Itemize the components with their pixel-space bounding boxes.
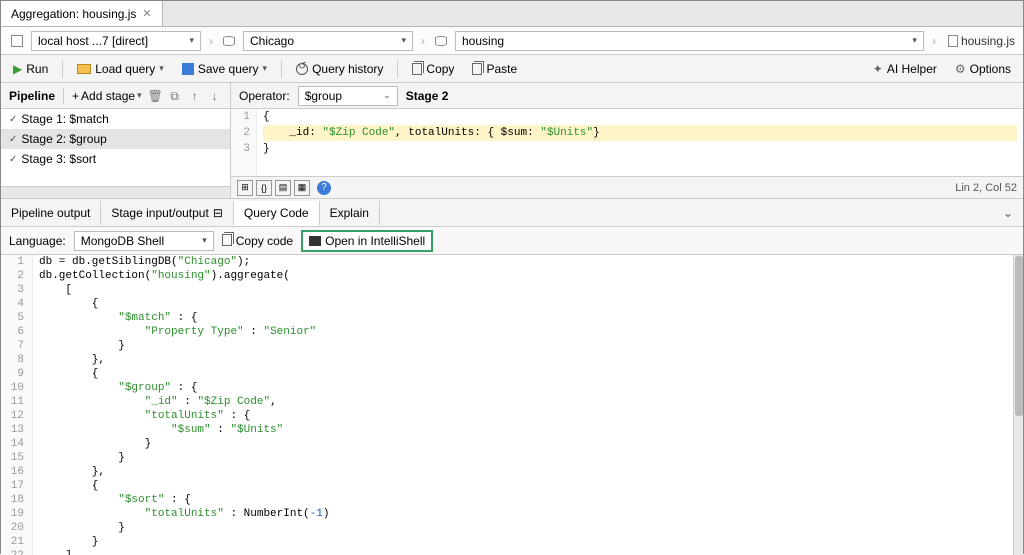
ai-icon: ✦	[873, 62, 883, 76]
copy-button[interactable]: Copy	[408, 60, 458, 78]
add-stage-button[interactable]: + Add stage ▾	[72, 89, 142, 103]
run-button[interactable]: ▶Run	[9, 60, 52, 78]
stage-header: Operator: $group ⌄ Stage 2	[231, 83, 1023, 109]
tab-stage-io[interactable]: Stage input/output⊟	[101, 201, 233, 225]
editor-tab[interactable]: Aggregation: housing.js ✕	[1, 1, 163, 26]
options-button[interactable]: ⚙Options	[951, 60, 1015, 78]
main-toolbar: ▶Run Load query▾ Save query▾ Query histo…	[1, 55, 1023, 83]
stage-pane: Operator: $group ⌄ Stage 2 123 { _id: "$…	[231, 83, 1023, 198]
collection-select[interactable]: housing ▾	[455, 31, 924, 51]
scrollbar-thumb[interactable]	[1015, 256, 1023, 416]
close-icon[interactable]: ✕	[142, 7, 151, 20]
cursor-status: Lin 2, Col 52	[955, 182, 1017, 194]
line-gutter: 123	[231, 109, 257, 176]
view-tree-icon[interactable]: ⊞	[237, 180, 253, 196]
operator-select[interactable]: $group ⌄	[298, 86, 398, 106]
query-code-pane: 1234567891011121314151617181920212223242…	[1, 255, 1023, 555]
chevron-down-icon: ▾	[189, 35, 194, 46]
server-icon	[9, 33, 25, 49]
chevron-down-icon: ▾	[137, 90, 142, 101]
collection-value: housing	[462, 34, 504, 48]
stage-item[interactable]: ✓Stage 2: $group	[1, 129, 230, 149]
move-down-button[interactable]: ↓	[208, 89, 222, 103]
code-gutter: 1234567891011121314151617181920212223242…	[1, 255, 33, 555]
chevron-down-icon: ▾	[912, 35, 917, 46]
database-select[interactable]: Chicago ▾	[243, 31, 413, 51]
collection-icon	[433, 33, 449, 49]
stage-io-icon: ⊟	[213, 206, 223, 220]
query-code-text[interactable]: db = db.getSiblingDB("Chicago"); db.getC…	[33, 255, 1013, 555]
document-icon	[948, 35, 958, 47]
tab-bar: Aggregation: housing.js ✕	[1, 1, 1023, 27]
language-select[interactable]: MongoDB Shell ▾	[74, 231, 214, 251]
connection-value: local host ...7 [direct]	[38, 34, 148, 48]
breadcrumb: local host ...7 [direct] ▾ › Chicago ▾ ›…	[1, 27, 1023, 55]
chevron-down-icon: ▾	[263, 63, 268, 74]
check-icon: ✓	[9, 154, 17, 165]
bottom-tabs: Pipeline output Stage input/output⊟ Quer…	[1, 199, 1023, 227]
query-history-button[interactable]: Query history	[292, 60, 387, 78]
view-table-icon[interactable]: ▤	[275, 180, 291, 196]
help-icon[interactable]: ?	[317, 181, 331, 195]
history-icon	[296, 63, 308, 75]
duplicate-stage-button[interactable]: ⧉	[168, 89, 182, 103]
database-icon	[221, 33, 237, 49]
breadcrumb-sep: ›	[207, 34, 215, 48]
breadcrumb-sep: ›	[930, 34, 938, 48]
stage-code[interactable]: { _id: "$Zip Code", totalUnits: { $sum: …	[257, 109, 1023, 176]
query-code-bar: Language: MongoDB Shell ▾ Copy code Open…	[1, 227, 1023, 255]
pipeline-list: ✓Stage 1: $match ✓Stage 2: $group ✓Stage…	[1, 109, 230, 186]
stage-editor[interactable]: 123 { _id: "$Zip Code", totalUnits: { $s…	[231, 109, 1023, 176]
copy-icon	[222, 234, 232, 246]
gear-icon: ⚙	[955, 62, 966, 76]
stage-label: Stage 2	[406, 89, 449, 103]
tab-explain[interactable]: Explain	[320, 201, 380, 225]
chevron-down-icon: ▾	[202, 235, 207, 246]
move-up-button[interactable]: ↑	[188, 89, 202, 103]
load-query-button[interactable]: Load query▾	[73, 60, 168, 78]
collapse-panel-button[interactable]: ⌄	[993, 202, 1023, 224]
check-icon: ✓	[9, 114, 17, 125]
copy-code-button[interactable]: Copy code	[222, 234, 293, 248]
connection-select[interactable]: local host ...7 [direct] ▾	[31, 31, 201, 51]
terminal-icon	[309, 236, 321, 246]
ai-helper-button[interactable]: ✦AI Helper	[869, 60, 941, 78]
operator-label: Operator:	[239, 89, 290, 103]
scrollbar[interactable]	[1, 186, 230, 198]
editor-tab-label: Aggregation: housing.js	[11, 7, 136, 21]
pipeline-pane: Pipeline + Add stage ▾ 🗑 ⧉ ↑ ↓ ✓Stage 1:…	[1, 83, 231, 198]
folder-icon	[77, 64, 91, 74]
paste-button[interactable]: Paste	[468, 60, 521, 78]
breadcrumb-sep: ›	[419, 34, 427, 48]
check-icon: ✓	[9, 134, 17, 145]
view-sql-icon[interactable]: ▦	[294, 180, 310, 196]
paste-icon	[472, 63, 482, 75]
tab-query-code[interactable]: Query Code	[234, 201, 320, 226]
play-icon: ▶	[13, 62, 22, 76]
language-label: Language:	[9, 234, 66, 248]
open-intellishell-button[interactable]: Open in IntelliShell	[301, 230, 433, 252]
save-query-button[interactable]: Save query▾	[178, 60, 271, 78]
pipeline-title: Pipeline	[9, 89, 55, 103]
chevron-down-icon: ▾	[159, 63, 164, 74]
scrollbar[interactable]	[1013, 255, 1023, 555]
view-json-icon[interactable]: {}	[256, 180, 272, 196]
pipeline-header: Pipeline + Add stage ▾ 🗑 ⧉ ↑ ↓	[1, 83, 230, 109]
tab-pipeline-output[interactable]: Pipeline output	[1, 201, 101, 225]
chevron-down-icon: ▾	[401, 35, 406, 46]
delete-stage-button[interactable]: 🗑	[148, 89, 162, 103]
database-value: Chicago	[250, 34, 294, 48]
chevron-down-icon: ⌄	[383, 90, 391, 101]
copy-icon	[412, 63, 422, 75]
stage-footer: ⊞ {} ▤ ▦ ? Lin 2, Col 52	[231, 176, 1023, 198]
file-link[interactable]: housing.js	[948, 34, 1015, 48]
stage-item[interactable]: ✓Stage 1: $match	[1, 109, 230, 129]
stage-item[interactable]: ✓Stage 3: $sort	[1, 149, 230, 169]
file-name: housing.js	[961, 34, 1015, 48]
save-icon	[182, 63, 194, 75]
